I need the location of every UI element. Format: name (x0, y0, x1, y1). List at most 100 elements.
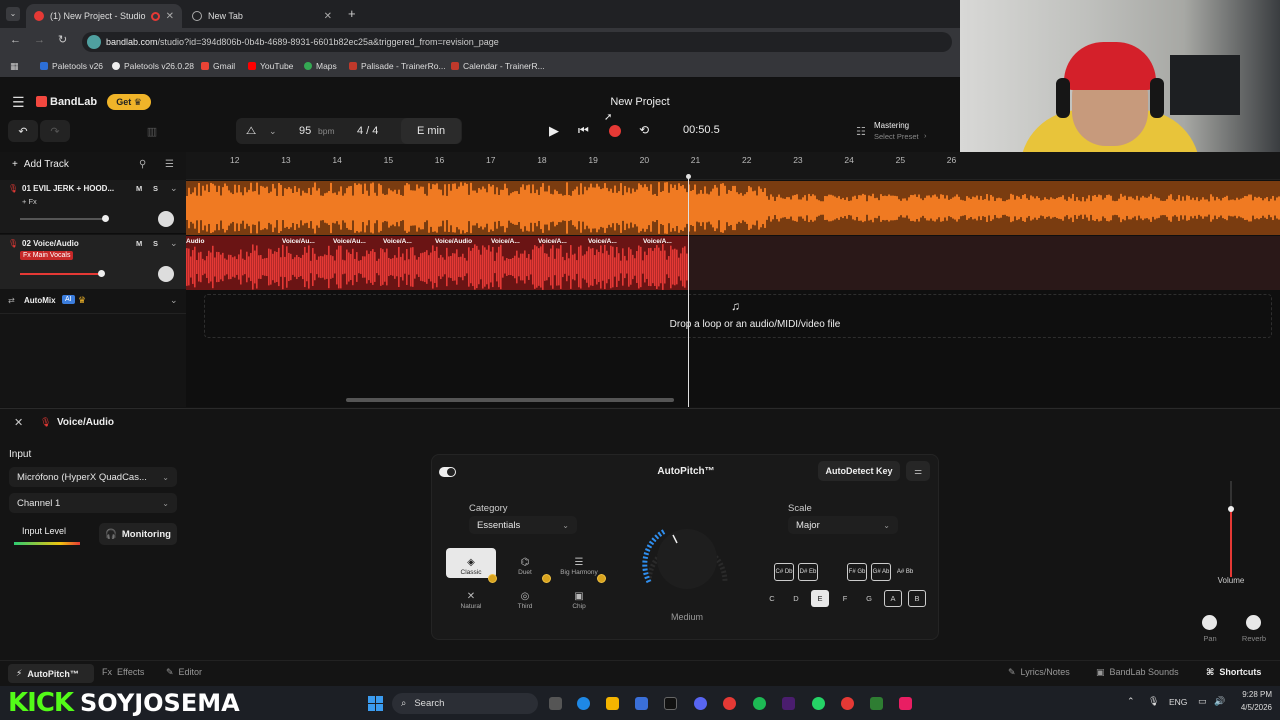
whatsapp-icon[interactable] (812, 697, 825, 710)
loop-icon[interactable]: ⟲ (639, 123, 649, 137)
metronome-dropdown-icon[interactable]: ⌄ (269, 126, 277, 137)
bpm-value[interactable]: 95 (299, 125, 311, 137)
key-g-sharp[interactable]: G# Ab (871, 563, 891, 581)
drop-zone[interactable]: ♫ Drop a loop or an audio/MIDI/video fil… (204, 294, 1272, 338)
tuning-fork-icon[interactable]: ⚲ (139, 159, 146, 170)
playhead[interactable] (688, 176, 689, 407)
key-c-sharp[interactable]: C# Db (774, 563, 794, 581)
time-signature[interactable]: 4 / 4 (357, 125, 378, 137)
mastering-button[interactable]: ☷ Mastering Select Preset › (848, 118, 950, 144)
track-name[interactable]: 02 Voice/Audio (22, 239, 79, 248)
key-f[interactable]: F (836, 590, 854, 607)
key-g[interactable]: G (860, 590, 878, 607)
volume-icon[interactable]: 🔊 (1214, 696, 1225, 707)
site-info-icon[interactable] (87, 35, 101, 49)
store-icon[interactable] (635, 697, 648, 710)
redo-button[interactable]: ↷ (40, 120, 70, 142)
key-a[interactable]: A (884, 590, 902, 607)
track-row-1[interactable]: 🎙 01 EVIL JERK + HOOD... M S ⌄ + Fx (0, 180, 186, 234)
pan-knob[interactable] (158, 266, 174, 282)
mute-button[interactable]: M (136, 239, 142, 248)
solo-button[interactable]: S (153, 184, 158, 193)
terminal-icon[interactable] (870, 697, 883, 710)
mute-button[interactable]: M (136, 184, 142, 193)
playhead-handle[interactable] (686, 174, 691, 179)
effects-tab[interactable]: Fx Effects (102, 667, 144, 677)
url-input[interactable]: bandlab.com/studio?id=394d806b-0b4b-4689… (82, 32, 952, 52)
automix-row[interactable]: ⇄ AutoMix AI ♛ ⌄ (0, 290, 186, 314)
autodetect-key-button[interactable]: AutoDetect Key (818, 461, 900, 481)
pan-knob[interactable] (158, 211, 174, 227)
clock-date[interactable]: 4/5/2026 (1228, 703, 1272, 712)
track-row-2[interactable]: 🎙 02 Voice/Audio M S ⌄ Fx Main Vocals (0, 235, 186, 289)
undo-button[interactable]: ↶ (8, 120, 38, 142)
volume-slider[interactable] (20, 218, 108, 220)
track-2-lane[interactable]: Audio Voice/Au... Voice/Au... Voice/A... Voi… (186, 236, 1280, 290)
key-d[interactable]: D (787, 590, 805, 607)
mode-third[interactable]: ◎ Third (500, 582, 550, 612)
tab-list-button[interactable]: ⌄ (6, 7, 20, 21)
monitoring-button[interactable]: 🎧 Monitoring (99, 523, 177, 545)
scale-select[interactable]: Major ⌄ (788, 516, 898, 534)
timeline-ruler[interactable]: 12 13 14 15 16 17 18 19 20 21 22 23 24 25 26 (186, 152, 1280, 180)
key-e[interactable]: E (811, 590, 829, 607)
key-f-sharp[interactable]: F# Gb (847, 563, 867, 581)
menu-icon[interactable]: ☰ (12, 94, 25, 111)
network-icon[interactable]: ▭ (1198, 696, 1207, 707)
clock-time[interactable]: 9:28 PM (1232, 690, 1272, 699)
forward-icon[interactable]: → (34, 34, 45, 46)
get-button[interactable]: Get ♛ (107, 94, 151, 110)
language-indicator[interactable]: ENG (1169, 697, 1187, 707)
track-name[interactable]: 01 EVIL JERK + HOOD... (22, 184, 114, 193)
shortcuts-button[interactable]: ⌘ Shortcuts (1206, 667, 1261, 678)
mode-classic[interactable]: ◈ Classic (446, 548, 496, 578)
bookmark-paletools-2[interactable]: Paletools v26.0.28 (112, 61, 194, 71)
windows-start-icon[interactable] (368, 696, 383, 711)
channel-select[interactable]: Channel 1 ⌄ (9, 493, 177, 513)
mode-duet[interactable]: ⌬ Duet (500, 548, 550, 578)
bookmark-gmail[interactable]: Gmail (201, 61, 235, 71)
tray-chevron-icon[interactable]: ⌃ (1127, 696, 1135, 707)
bookmark-maps[interactable]: Maps (304, 61, 337, 71)
key-c[interactable]: C (763, 590, 781, 607)
tiktok-studio-icon[interactable] (899, 697, 912, 710)
chevron-down-icon[interactable]: ⌄ (170, 295, 178, 306)
tab-new[interactable]: New Tab ✕ (184, 4, 340, 28)
close-tab-icon[interactable]: ✕ (166, 11, 174, 22)
bandlab-logo[interactable]: BandLab (50, 96, 97, 108)
edge-icon[interactable] (577, 697, 590, 710)
key-b[interactable]: B (908, 590, 926, 607)
apps-grid-icon[interactable]: ▦ (10, 61, 19, 72)
timeline-area[interactable]: 12 13 14 15 16 17 18 19 20 21 22 23 24 25 26 Audio Voic… (186, 152, 1280, 407)
back-icon[interactable]: ← (10, 34, 21, 46)
tab-studio[interactable]: (1) New Project - Studio ✕ (26, 4, 182, 28)
add-track-button[interactable]: + Add Track (12, 159, 69, 170)
input-device-select[interactable]: Micrófono (HyperX QuadCas... ⌄ (9, 467, 177, 487)
add-fx-button[interactable]: + Fx (22, 197, 37, 206)
task-view-icon[interactable] (549, 697, 562, 710)
project-title[interactable]: New Project (520, 96, 760, 108)
reload-icon[interactable]: ↻ (58, 33, 67, 46)
lyrics-notes-button[interactable]: ✎ Lyrics/Notes (1008, 667, 1070, 678)
editor-tab[interactable]: ✎ Editor (166, 667, 202, 678)
pan-knob[interactable] (1202, 615, 1217, 630)
filter-icon[interactable]: ☰ (165, 159, 174, 170)
key-selector[interactable]: E min (401, 118, 461, 144)
pitch-strength-knob[interactable] (632, 507, 742, 607)
settings-sliders-icon[interactable]: ⚌ (906, 461, 930, 481)
fx-preset-badge[interactable]: Fx Main Vocals (20, 251, 74, 260)
category-select[interactable]: Essentials ⌄ (469, 516, 577, 534)
volume-slider[interactable] (20, 273, 104, 275)
bookmark-paletools[interactable]: Paletools v26 (40, 61, 103, 71)
mode-natural[interactable]: ✕ Natural (446, 582, 496, 612)
track-1-clip[interactable] (186, 181, 1280, 235)
horizontal-scrollbar[interactable] (346, 398, 674, 402)
solo-button[interactable]: S (153, 239, 158, 248)
piano-icon[interactable]: ▥ (138, 120, 166, 142)
mode-big-harmony[interactable]: ☰ Big Harmony (554, 548, 604, 578)
file-explorer-icon[interactable] (606, 697, 619, 710)
volume-slider-thumb[interactable] (102, 215, 109, 222)
record-icon[interactable] (609, 125, 621, 137)
key-a-sharp[interactable]: A# Bb (895, 563, 915, 581)
bookmark-palisade[interactable]: Palisade - TrainerRo... (349, 61, 446, 71)
